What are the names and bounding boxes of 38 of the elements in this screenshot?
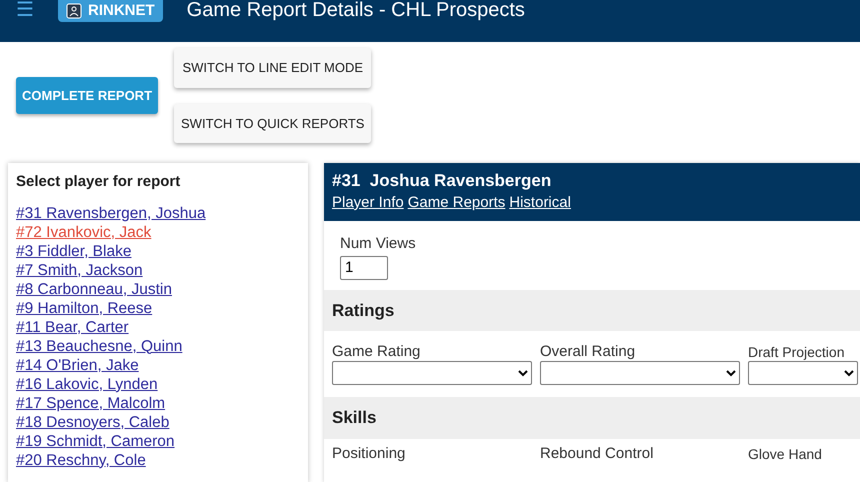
field-label: Overall Rating (540, 343, 636, 361)
section-heading: Skills (324, 397, 860, 438)
player-tab-link[interactable]: Game Reports (408, 194, 506, 211)
player-link[interactable]: #19 Schmidt, Cameron (16, 432, 300, 450)
rating-select[interactable] (748, 361, 858, 385)
id-card-icon (66, 3, 82, 19)
player-link[interactable]: #72 Ivankovic, Jack (16, 222, 300, 242)
player-link[interactable]: #9 Hamilton, Reese (16, 298, 300, 318)
logo-text: RINKNET (88, 0, 155, 21)
player-tab-link[interactable]: Player Info (332, 194, 404, 211)
player-link[interactable]: #18 Desnoyers, Caleb (16, 412, 300, 432)
field-label: Rebound Control (540, 444, 654, 462)
menu-icon[interactable]: ☰ (16, 0, 34, 20)
mode-switch-button[interactable]: SWITCH TO LINE EDIT MODE (174, 48, 372, 88)
player-link[interactable]: #20 Reschny, Cole (16, 450, 300, 470)
player-link[interactable]: #13 Beauchesne, Quinn (16, 336, 300, 356)
field-label: Glove Hand (748, 444, 823, 462)
rating-select[interactable] (332, 361, 532, 385)
player-tab-link[interactable]: Historical (509, 194, 571, 211)
num-views-field[interactable]: 1 (340, 256, 388, 280)
field-label: Game Rating (332, 343, 422, 361)
player-link[interactable]: #3 Fiddler, Blake (16, 242, 300, 260)
mode-switch-button[interactable]: SWITCH TO QUICK REPORTS (174, 104, 372, 143)
rating-select[interactable] (540, 361, 740, 385)
player-link[interactable]: #16 Lakovic, Lynden (16, 374, 300, 394)
section-heading: Ratings (324, 290, 860, 331)
num-views-label: Num Views (340, 234, 416, 254)
player-link[interactable]: #7 Smith, Jackson (16, 260, 300, 280)
player-link[interactable]: #14 O'Brien, Jake (16, 356, 300, 374)
player-link[interactable]: #8 Carbonneau, Justin (16, 280, 300, 298)
player-name: #31 Joshua Ravensbergen (332, 171, 552, 191)
page-title: Game Report Details - CHL Prospects (186, 0, 525, 20)
player-link[interactable]: #31 Ravensbergen, Joshua (16, 204, 300, 222)
player-link[interactable]: #11 Bear, Carter (16, 318, 300, 336)
player-link[interactable]: #17 Spence, Malcolm (16, 394, 300, 412)
field-label: Draft Projection (748, 343, 846, 361)
field-label: Positioning (332, 444, 406, 462)
player-list-title: Select player for report (16, 172, 182, 192)
